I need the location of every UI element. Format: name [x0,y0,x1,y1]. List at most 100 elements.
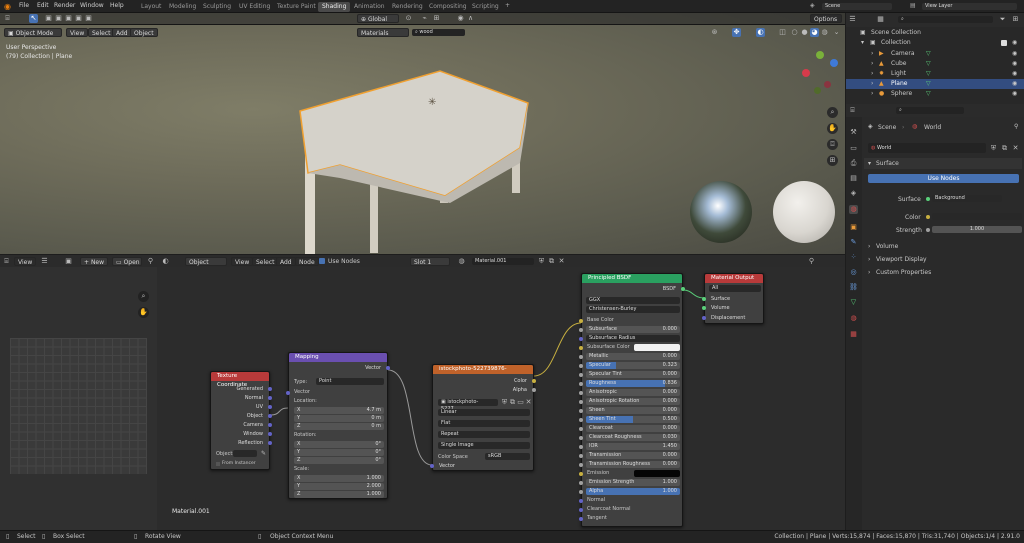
gizmo-neg-y-icon[interactable] [814,87,821,94]
editor-type-icon[interactable]: ⌸ [848,106,857,115]
bsdf-swatch-emission[interactable] [634,470,680,477]
socket-clearcoat-roughness[interactable] [579,436,583,440]
image-texture-header[interactable]: istockphoto-522739876-1024x1024-1.jpg [433,365,533,374]
mesh-data-icon[interactable]: ▽ [926,61,931,67]
snap-icon[interactable]: ⌁ [420,14,429,23]
image-texture-node[interactable]: istockphoto-522739876-1024x1024-1.jpg Co… [430,364,536,471]
overlays-icon[interactable]: ◐ [756,28,765,37]
shader-node-editor[interactable]: ◐ Object View Select Add Node Use Nodes … [157,255,845,530]
rotation-y-field[interactable]: Y 0° [294,449,384,456]
duplicate-icon[interactable]: ⧉ [1000,144,1009,153]
mesh-data-icon[interactable]: ▽ [926,91,931,97]
add-workspace-icon[interactable]: + [505,3,510,9]
table-render[interactable]: ✳ [280,53,550,254]
socket-normal[interactable] [579,499,583,503]
socket-sheen[interactable] [579,409,583,413]
render-tab-icon[interactable]: ▭ [849,144,858,153]
bsdf-field-specular-tint[interactable]: Specular Tint 0.000 [586,371,680,378]
eyedropper-icon[interactable]: ✎ [259,449,268,458]
socket-subsurface-radius[interactable] [579,337,583,341]
socket-ior[interactable] [579,445,583,449]
menu-help[interactable]: Help [110,3,124,9]
scene-icon[interactable]: ◈ [810,3,815,9]
material-output-node[interactable]: Material Output All Surface Volume Displ… [702,273,764,324]
solid-shading-icon[interactable]: ● [800,28,809,37]
menu-file[interactable]: File [19,3,29,9]
socket-output-surface[interactable] [702,297,706,301]
material-search-field[interactable]: ⌕ wood [412,29,465,36]
navigation-gizmo[interactable] [800,51,844,97]
scale-x-field[interactable]: X 1.000 [294,475,384,482]
output-tab-icon[interactable]: ⎙ [849,159,858,168]
gizmo-x-axis-icon[interactable] [802,69,810,77]
hand-icon[interactable]: ✋ [827,123,838,134]
select-mode-5-icon[interactable]: ▣ [84,14,93,23]
properties-search[interactable]: ⌕ [896,107,964,114]
viewport-display-panel-header[interactable]: › Viewport Display [864,254,1022,265]
options-dropdown[interactable]: Options [810,14,842,23]
location-z-field[interactable]: Z 0 m [294,423,384,430]
bsdf-field-transmission-roughness[interactable]: Transmission Roughness 0.000 [586,461,680,468]
socket-image-vector-in[interactable] [430,464,434,468]
socket-transmission-roughness[interactable] [579,463,583,467]
texture-tab-icon[interactable]: ▦ [849,330,858,339]
socket-output-displacement[interactable] [702,316,706,320]
zoom-icon[interactable]: ⌕ [138,291,149,302]
world-tab-icon[interactable]: ◍ [849,205,858,214]
grid-icon[interactable]: ⊞ [827,155,838,166]
transform-orientation-dropdown[interactable]: ⊕ Global [357,14,399,23]
tab-layout[interactable]: Layout [137,2,165,12]
editor-type-icon[interactable]: ⌸ [3,14,12,23]
rendered-shading-icon[interactable]: ◍ [820,28,829,37]
tab-rendering[interactable]: Rendering [388,2,427,12]
bsdf-field-alpha[interactable]: Alpha 1.000 [586,488,680,495]
eye-icon[interactable]: ◉ [1012,71,1017,77]
new-image-button[interactable]: + New [80,257,108,266]
mapping-node[interactable]: Mapping Vector Type: Point Vector Locati… [286,352,390,499]
chevron-right-icon[interactable]: › [871,61,873,67]
socket-metallic[interactable] [579,355,583,359]
custom-properties-panel-header[interactable]: › Custom Properties [864,267,1022,278]
socket-reflection[interactable] [268,441,272,445]
surface-panel-header[interactable]: ▾ Surface [864,158,1022,169]
subsurface-method-dropdown[interactable]: Christensen-Burley [586,306,680,313]
socket-camera[interactable] [268,423,272,427]
data-tab-icon[interactable]: ▽ [849,298,858,307]
socket-alpha[interactable] [579,490,583,494]
socket-transmission[interactable] [579,454,583,458]
source-dropdown[interactable]: Single Image [438,442,530,449]
3d-viewport[interactable]: ⌸ ↖ ▣ ▣ ▣ ▣ ▣ ⊕ Global ⊙ ⌁ ⊞ ◉ ∧ Options… [0,13,845,254]
scale-y-field[interactable]: Y 2.000 [294,483,384,490]
socket-sheen-tint[interactable] [579,418,583,422]
outliner-item-plane[interactable]: › ▲ Plane ▽ ◉ [846,79,1024,89]
bsdf-field-emission-strength[interactable]: Emission Strength 1.000 [586,479,680,486]
camera-icon[interactable]: ⌼ [827,139,838,150]
bsdf-field-clearcoat[interactable]: Clearcoat 0.000 [586,425,680,432]
socket-image-alpha[interactable] [532,388,536,392]
editor-type-icon[interactable]: ⌸ [2,257,11,266]
chevron-right-icon[interactable]: › [871,51,873,57]
gizmo-z-axis-icon[interactable] [830,59,838,67]
bsdf-field-anisotropic[interactable]: Anisotropic 0.000 [586,389,680,396]
scene-selector[interactable]: Scene [822,3,892,10]
tab-sculpting[interactable]: Sculpting [199,2,235,12]
scene-collection-row[interactable]: ▣ Scene Collection [846,28,1024,38]
add-menu[interactable]: Add [112,28,132,37]
select-mode-2-icon[interactable]: ▣ [54,14,63,23]
socket-generated[interactable] [268,387,272,391]
surface-shader-field[interactable]: Background [932,195,1002,202]
select-mode-icon[interactable]: ▣ [44,14,53,23]
uv-grid[interactable] [10,338,147,474]
display-mode-icon[interactable]: ▦ [876,15,885,24]
bsdf-field-subsurface[interactable]: Subsurface 0.000 [586,326,680,333]
colorspace-dropdown[interactable]: sRGB [485,453,530,460]
blender-logo-icon[interactable]: ◉ [4,3,11,11]
particles-tab-icon[interactable]: ⁘ [849,253,858,262]
outliner-search[interactable]: ⌕ [898,16,993,23]
breadcrumb-world[interactable]: World [924,125,941,131]
interpolation-dropdown[interactable]: Linear [438,409,530,416]
eye-icon[interactable]: ◉ [1012,61,1017,67]
collection-row[interactable]: ▾ ▣ Collection ◉ [846,38,1024,48]
strength-field[interactable]: 1.000 [932,226,1022,233]
extension-dropdown[interactable]: Repeat [438,431,530,438]
